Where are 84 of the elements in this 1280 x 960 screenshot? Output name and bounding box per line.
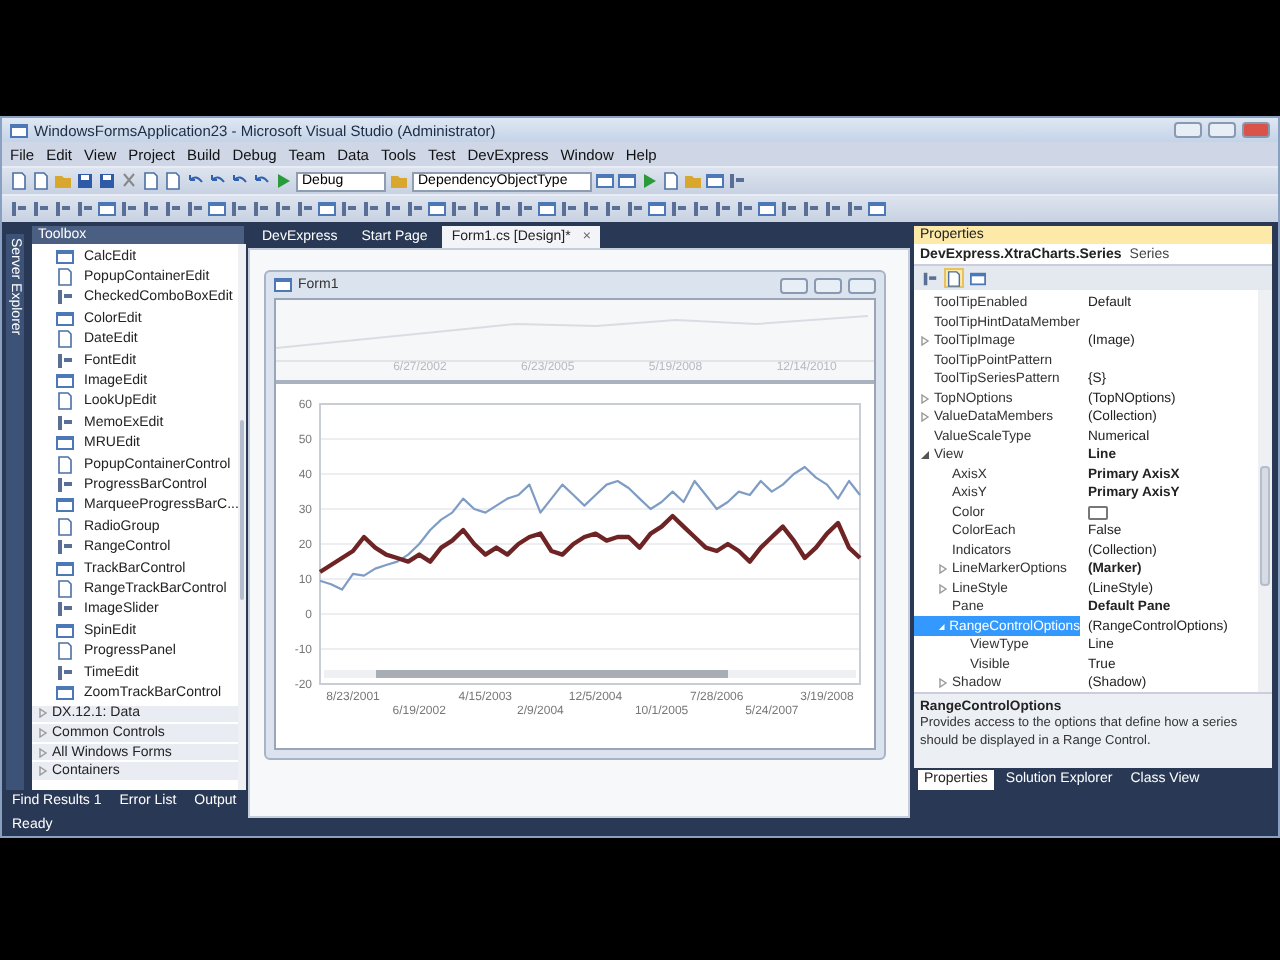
window-icon[interactable] [318, 200, 336, 218]
document-icon[interactable] [56, 392, 74, 411]
scrollbar[interactable] [238, 244, 247, 790]
save-icon[interactable] [76, 172, 94, 190]
window-icon[interactable] [56, 309, 74, 328]
layout-icon[interactable] [56, 413, 74, 432]
layout-icon[interactable] [274, 200, 292, 218]
document-icon[interactable] [56, 517, 74, 536]
scrollbar[interactable] [324, 670, 856, 678]
document-icon[interactable] [56, 330, 74, 349]
layout-icon[interactable] [56, 538, 74, 557]
window-icon[interactable] [56, 247, 74, 266]
window-icon[interactable] [56, 434, 74, 453]
window-icon[interactable] [428, 200, 446, 218]
window-icon[interactable] [618, 172, 636, 190]
form-icon[interactable] [274, 276, 292, 294]
layout-icon[interactable] [692, 200, 710, 218]
color-swatch[interactable] [1088, 505, 1108, 520]
window-icon[interactable] [596, 172, 614, 190]
window-icon[interactable] [648, 200, 666, 218]
layout-icon[interactable] [56, 351, 74, 370]
layout-icon[interactable] [10, 200, 28, 218]
layout-icon[interactable] [824, 200, 842, 218]
layout-icon[interactable] [56, 600, 74, 619]
layout-icon[interactable] [56, 663, 74, 681]
layout-icon[interactable] [736, 200, 754, 218]
layout-icon[interactable] [450, 200, 468, 218]
document-icon[interactable] [662, 172, 680, 190]
close-button[interactable] [1242, 122, 1270, 138]
layout-icon[interactable] [362, 200, 380, 218]
layout-icon[interactable] [54, 200, 72, 218]
document-icon[interactable] [56, 579, 74, 598]
layout-icon[interactable] [252, 200, 270, 218]
layout-icon[interactable] [230, 200, 248, 218]
layout-icon[interactable] [516, 200, 534, 218]
layout-icon[interactable] [494, 200, 512, 218]
window-icon[interactable] [56, 683, 74, 702]
window-icon[interactable] [208, 200, 226, 218]
maximize-button[interactable] [1208, 122, 1236, 138]
window-icon[interactable] [56, 372, 74, 391]
layout-icon[interactable] [406, 200, 424, 218]
layout-icon[interactable] [604, 200, 622, 218]
save-icon[interactable] [98, 172, 116, 190]
window-icon[interactable] [56, 621, 74, 640]
layout-icon[interactable] [846, 200, 864, 218]
layout-icon[interactable] [670, 200, 688, 218]
layout-icon[interactable] [296, 200, 314, 218]
layout-icon[interactable] [76, 200, 94, 218]
window-icon[interactable] [538, 200, 556, 218]
document-icon[interactable] [56, 268, 74, 287]
window-icon[interactable] [56, 559, 74, 578]
layout-icon[interactable] [802, 200, 820, 218]
window-icon[interactable] [758, 200, 776, 218]
layout-icon[interactable] [340, 200, 358, 218]
document-icon[interactable] [56, 455, 74, 474]
window-icon[interactable] [98, 200, 116, 218]
maximize-button[interactable] [814, 277, 842, 293]
window-icon[interactable] [706, 172, 724, 190]
expander-icon[interactable] [920, 450, 930, 461]
close-button[interactable] [848, 277, 876, 293]
layout-icon[interactable] [560, 200, 578, 218]
minimize-button[interactable] [1174, 122, 1202, 138]
app-icon[interactable] [10, 121, 28, 139]
start-icon[interactable] [640, 172, 658, 190]
layout-icon[interactable] [186, 200, 204, 218]
document-icon[interactable] [56, 642, 74, 661]
layout-icon[interactable] [164, 200, 182, 218]
layout-icon[interactable] [780, 200, 798, 218]
layout-icon[interactable] [120, 200, 138, 218]
window-icon[interactable] [56, 496, 74, 515]
layout-icon[interactable] [728, 172, 746, 190]
layout-icon[interactable] [472, 200, 490, 218]
layout-icon[interactable] [56, 475, 74, 494]
layout-icon[interactable] [626, 200, 644, 218]
layout-icon[interactable] [714, 200, 732, 218]
layout-icon[interactable] [142, 200, 160, 218]
window-icon[interactable] [868, 200, 886, 218]
layout-icon[interactable] [582, 200, 600, 218]
scrollbar[interactable] [1258, 289, 1272, 693]
layout-icon[interactable] [384, 200, 402, 218]
start-icon[interactable] [274, 172, 292, 190]
layout-icon[interactable] [56, 288, 74, 307]
layout-icon[interactable] [32, 200, 50, 218]
minimize-button[interactable] [780, 277, 808, 293]
